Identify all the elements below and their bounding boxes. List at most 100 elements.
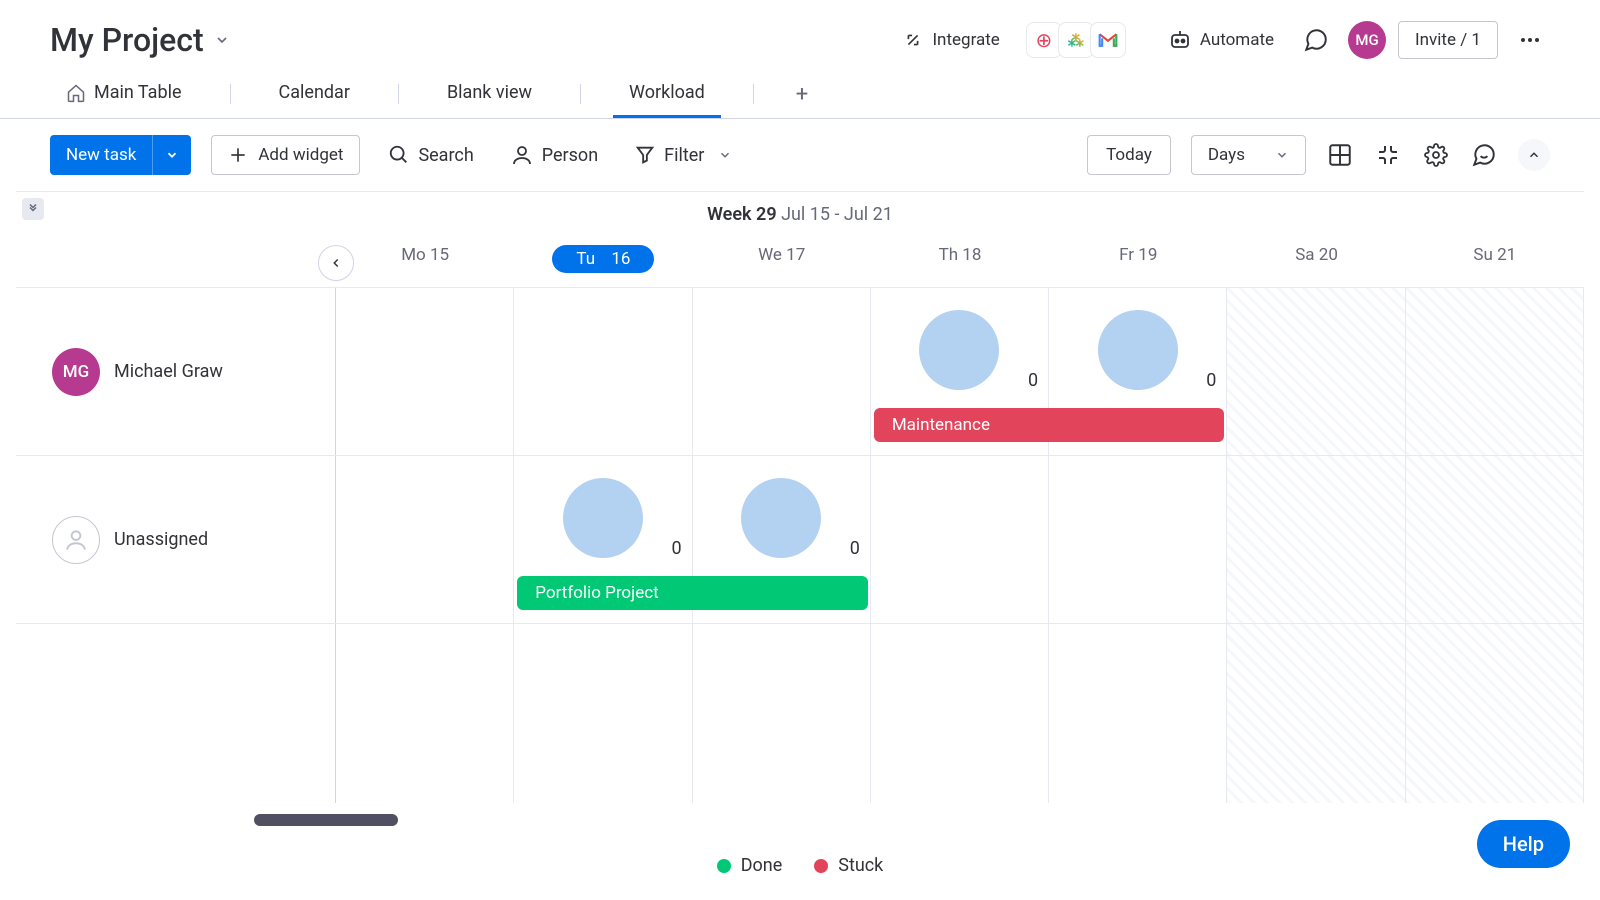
new-task-button[interactable]: New task bbox=[50, 135, 152, 175]
person-cell[interactable]: Unassigned bbox=[16, 456, 336, 623]
chevron-down-icon bbox=[1275, 148, 1289, 162]
legend-dot-stuck bbox=[814, 859, 828, 873]
person-cell[interactable]: MG Michael Graw bbox=[16, 288, 336, 455]
workload-body: MG Michael Graw 0 0 Maintenance bbox=[16, 287, 1584, 803]
status-legend: Done Stuck bbox=[0, 855, 1600, 876]
feedback-button[interactable] bbox=[1470, 141, 1498, 169]
tab-workload[interactable]: Workload bbox=[613, 70, 721, 118]
day-headers: Mo 15 Tu 16 We 17 Th 18 Fr 19 Sa 20 Su 2… bbox=[16, 237, 1584, 287]
legend-dot-done bbox=[717, 859, 731, 873]
view-tabs: Main Table Calendar Blank view Workload … bbox=[0, 70, 1600, 119]
new-task-dropdown[interactable] bbox=[152, 135, 191, 175]
workload-cell-weekend[interactable] bbox=[1227, 456, 1405, 623]
day-header-today[interactable]: Tu 16 bbox=[514, 237, 692, 287]
person-row: Unassigned 0 0 Portfolio Project bbox=[16, 455, 1584, 623]
workload-bubble[interactable] bbox=[741, 478, 821, 558]
person-icon bbox=[510, 143, 534, 167]
home-icon bbox=[66, 83, 86, 103]
header: My Project Integrate ⊕ ⁂ Automate MG Inv… bbox=[0, 0, 1600, 70]
workload-cell-weekend[interactable] bbox=[1406, 456, 1584, 623]
smiley-chat-icon bbox=[1471, 142, 1497, 168]
legend-done: Done bbox=[717, 855, 783, 876]
tab-blank-view[interactable]: Blank view bbox=[431, 70, 548, 118]
workload-bubble[interactable] bbox=[919, 310, 999, 390]
conversations-button[interactable] bbox=[1296, 20, 1336, 60]
task-bar-portfolio-project[interactable]: Portfolio Project bbox=[517, 576, 868, 610]
settings-button[interactable] bbox=[1422, 141, 1450, 169]
chevron-up-icon bbox=[1527, 148, 1541, 162]
expand-widget-button[interactable] bbox=[1326, 141, 1354, 169]
robot-icon bbox=[1168, 28, 1192, 52]
chevron-down-icon bbox=[214, 32, 230, 48]
filter-button[interactable]: Filter bbox=[626, 138, 740, 172]
day-header[interactable]: Mo 15 bbox=[336, 237, 514, 287]
integrate-button[interactable]: Integrate bbox=[892, 23, 1009, 57]
workload-cell[interactable] bbox=[871, 456, 1049, 623]
workload-cell-weekend[interactable] bbox=[1227, 288, 1405, 455]
workload-cell[interactable] bbox=[1049, 456, 1227, 623]
search-icon bbox=[388, 144, 410, 166]
workload-bubble[interactable] bbox=[563, 478, 643, 558]
filter-icon bbox=[634, 144, 656, 166]
workload-cell[interactable] bbox=[693, 288, 871, 455]
legend-stuck: Stuck bbox=[814, 855, 883, 876]
chevron-down-icon bbox=[165, 148, 179, 162]
add-view-button[interactable]: + bbox=[786, 82, 818, 107]
chevron-left-icon bbox=[329, 256, 343, 270]
fullscreen-exit-icon bbox=[1376, 143, 1400, 167]
bubble-count: 0 bbox=[671, 538, 681, 559]
person-name: Michael Graw bbox=[114, 361, 223, 382]
integration-icons: ⊕ ⁂ bbox=[1022, 22, 1126, 58]
user-avatar[interactable]: MG bbox=[1348, 21, 1386, 59]
tab-main-table[interactable]: Main Table bbox=[50, 70, 198, 118]
today-button[interactable]: Today bbox=[1087, 135, 1171, 175]
person-filter-button[interactable]: Person bbox=[502, 137, 606, 173]
bubble-count: 0 bbox=[1206, 370, 1216, 391]
automate-button[interactable]: Automate bbox=[1158, 22, 1284, 58]
project-title[interactable]: My Project bbox=[50, 21, 230, 59]
collapse-widget-button[interactable] bbox=[1518, 139, 1550, 171]
plus-icon bbox=[228, 145, 248, 165]
chat-icon bbox=[1303, 27, 1329, 53]
empty-grid-row bbox=[16, 623, 1584, 803]
week-label: Week 29 Jul 15 - Jul 21 bbox=[16, 192, 1584, 237]
unassigned-avatar bbox=[52, 516, 100, 564]
search-button[interactable]: Search bbox=[380, 138, 481, 172]
help-button[interactable]: Help bbox=[1477, 820, 1570, 868]
bubble-count: 0 bbox=[1028, 370, 1038, 391]
person-outline-icon bbox=[63, 527, 89, 553]
horizontal-scroll-thumb[interactable] bbox=[254, 814, 398, 826]
workload-cell[interactable] bbox=[514, 288, 692, 455]
add-widget-button[interactable]: Add widget bbox=[211, 135, 360, 175]
integration-slack-icon[interactable]: ⁂ bbox=[1058, 22, 1094, 58]
previous-period-button[interactable] bbox=[318, 245, 354, 281]
fullscreen-button[interactable] bbox=[1374, 141, 1402, 169]
workload-cell[interactable] bbox=[336, 456, 514, 623]
integrate-label: Integrate bbox=[932, 30, 999, 50]
task-bar-maintenance[interactable]: Maintenance bbox=[874, 408, 1225, 442]
gear-icon bbox=[1424, 143, 1448, 167]
day-header[interactable]: Fr 19 bbox=[1049, 237, 1227, 287]
tab-calendar[interactable]: Calendar bbox=[263, 70, 366, 118]
more-options-button[interactable] bbox=[1510, 20, 1550, 60]
workload-header: Week 29 Jul 15 - Jul 21 Mo 15 Tu 16 We 1… bbox=[16, 192, 1584, 287]
day-header[interactable]: Su 21 bbox=[1406, 237, 1584, 287]
workload-bubble[interactable] bbox=[1098, 310, 1178, 390]
chevron-down-icon bbox=[718, 148, 732, 162]
workload-widget: Week 29 Jul 15 - Jul 21 Mo 15 Tu 16 We 1… bbox=[16, 191, 1584, 803]
day-header[interactable]: We 17 bbox=[693, 237, 871, 287]
day-header[interactable]: Th 18 bbox=[871, 237, 1049, 287]
spreadsheet-icon bbox=[1327, 142, 1353, 168]
project-title-text: My Project bbox=[50, 21, 204, 59]
workload-cell-weekend[interactable] bbox=[1406, 288, 1584, 455]
person-row: MG Michael Graw 0 0 Maintenance bbox=[16, 287, 1584, 455]
day-header[interactable]: Sa 20 bbox=[1227, 237, 1405, 287]
timescale-select[interactable]: Days bbox=[1191, 135, 1306, 175]
person-avatar: MG bbox=[52, 348, 100, 396]
integration-app-icon[interactable]: ⊕ bbox=[1026, 22, 1062, 58]
integrate-icon bbox=[902, 29, 924, 51]
integration-gmail-icon[interactable] bbox=[1090, 22, 1126, 58]
invite-button[interactable]: Invite / 1 bbox=[1398, 21, 1498, 59]
workload-cell[interactable] bbox=[336, 288, 514, 455]
automate-label: Automate bbox=[1200, 30, 1274, 50]
